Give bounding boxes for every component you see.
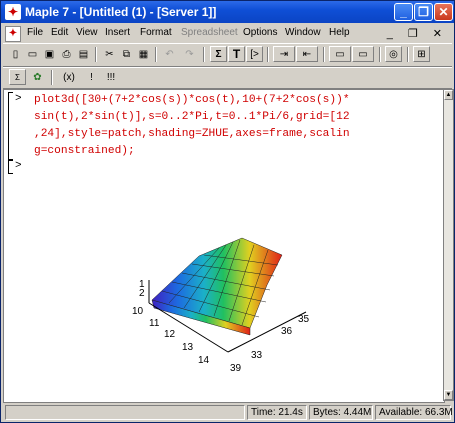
menu-spreadsheet[interactable]: Spreadsheet: [181, 27, 238, 38]
separator: [95, 47, 97, 62]
x-tick-label: 12: [164, 329, 176, 340]
menu-format[interactable]: Format: [140, 27, 172, 38]
cut-icon[interactable]: ✂: [101, 46, 118, 62]
x-tick-label: 14: [198, 355, 210, 366]
save-icon[interactable]: ▣: [41, 46, 58, 62]
status-bytes: Bytes: 4.44M: [309, 405, 373, 420]
z-tick-label: 2: [139, 288, 145, 299]
menu-help[interactable]: Help: [329, 27, 350, 38]
y-tick-label: 36: [281, 326, 293, 337]
print-icon-2[interactable]: ▤: [75, 46, 92, 62]
worksheet[interactable]: > plot3d([30+(7+2*cos(s))*cos(t),10+(7+2…: [3, 89, 445, 403]
maple-window: ✦ Maple 7 - [Untitled (1) - [Server 1]] …: [0, 0, 455, 423]
copy-icon[interactable]: ⧉: [118, 46, 135, 62]
indent-icon[interactable]: ⇥: [273, 46, 295, 62]
vertical-scrollbar[interactable]: ▲ ▼: [443, 89, 454, 401]
separator: [407, 47, 409, 62]
maple-leaf-icon[interactable]: ✦: [5, 4, 21, 20]
menu-window[interactable]: Window: [285, 27, 321, 38]
menu-view[interactable]: View: [76, 27, 98, 38]
redo-icon[interactable]: ↷: [181, 46, 198, 62]
separator: [267, 47, 269, 62]
menu-insert[interactable]: Insert: [105, 27, 130, 38]
separator: [323, 47, 325, 62]
paste-icon[interactable]: ▦: [135, 46, 152, 62]
math-icon[interactable]: Σ: [9, 69, 26, 85]
menu-options[interactable]: Options: [243, 27, 277, 38]
y-tick-label: 33: [251, 350, 263, 361]
title-bar[interactable]: ✦ Maple 7 - [Untitled (1) - [Server 1]] …: [1, 1, 454, 23]
main-toolbar: ▯ ▭ ▣ ⎙ ▤ ✂ ⧉ ▦ ↶ ↷ Σ T [> ⇥ ⇤ ▭ ▭ ◎ ⊞: [3, 43, 452, 67]
exec-icon[interactable]: !: [83, 69, 100, 85]
document-icon[interactable]: ✦: [5, 26, 21, 42]
separator: [203, 47, 205, 62]
sigma-icon[interactable]: Σ: [210, 46, 227, 62]
y-tick-label: 39: [230, 363, 242, 374]
menu-bar: ✦ File Edit View Insert Format Spreadshe…: [1, 24, 454, 43]
x-tick-label: 13: [182, 342, 194, 353]
expand-icon[interactable]: ▭: [352, 46, 374, 62]
window-title: Maple 7 - [Untitled (1) - [Server 1]]: [25, 5, 217, 19]
text-icon[interactable]: T: [228, 46, 245, 62]
maple-leaf-icon[interactable]: ✿: [29, 69, 46, 85]
scroll-down-icon[interactable]: ▼: [444, 390, 453, 400]
plot-3d[interactable]: 1 2 10 11 12 13 14 33 36 35 39: [4, 90, 444, 402]
mdi-controls[interactable]: _ ❐ ✕: [387, 27, 448, 40]
new-icon[interactable]: ▯: [7, 46, 24, 62]
x-tick-label: 10: [132, 306, 144, 317]
bracket-icon[interactable]: [>: [246, 46, 263, 62]
outdent-icon[interactable]: ⇤: [296, 46, 318, 62]
collapse-icon[interactable]: ▭: [329, 46, 351, 62]
eval-icon[interactable]: (x): [58, 69, 80, 85]
x-tick-label: 11: [149, 318, 160, 329]
minimize-button[interactable]: _: [394, 3, 413, 21]
y-tick-label: 35: [298, 314, 310, 325]
separator: [51, 70, 53, 85]
status-bar: Time: 21.4s Bytes: 4.44M Available: 66.3…: [1, 403, 454, 422]
status-message: [5, 405, 245, 420]
status-time: Time: 21.4s: [247, 405, 307, 420]
restart-icon[interactable]: ⊞: [413, 46, 430, 62]
scroll-up-icon[interactable]: ▲: [444, 90, 453, 100]
menu-file[interactable]: File: [27, 27, 43, 38]
undo-icon[interactable]: ↶: [161, 46, 178, 62]
surface-top: [151, 237, 283, 329]
print-icon[interactable]: ⎙: [58, 46, 75, 62]
separator: [155, 47, 157, 62]
open-icon[interactable]: ▭: [24, 46, 41, 62]
stop-icon[interactable]: ◎: [385, 46, 402, 62]
execall-icon[interactable]: !!!: [101, 69, 121, 85]
maximize-button[interactable]: ❐: [414, 3, 433, 21]
separator: [379, 47, 381, 62]
context-toolbar: Σ ✿ (x) ! !!!: [3, 67, 452, 89]
menu-edit[interactable]: Edit: [51, 27, 68, 38]
status-available: Available: 66.3M: [375, 405, 453, 420]
close-button[interactable]: ✕: [434, 3, 453, 21]
